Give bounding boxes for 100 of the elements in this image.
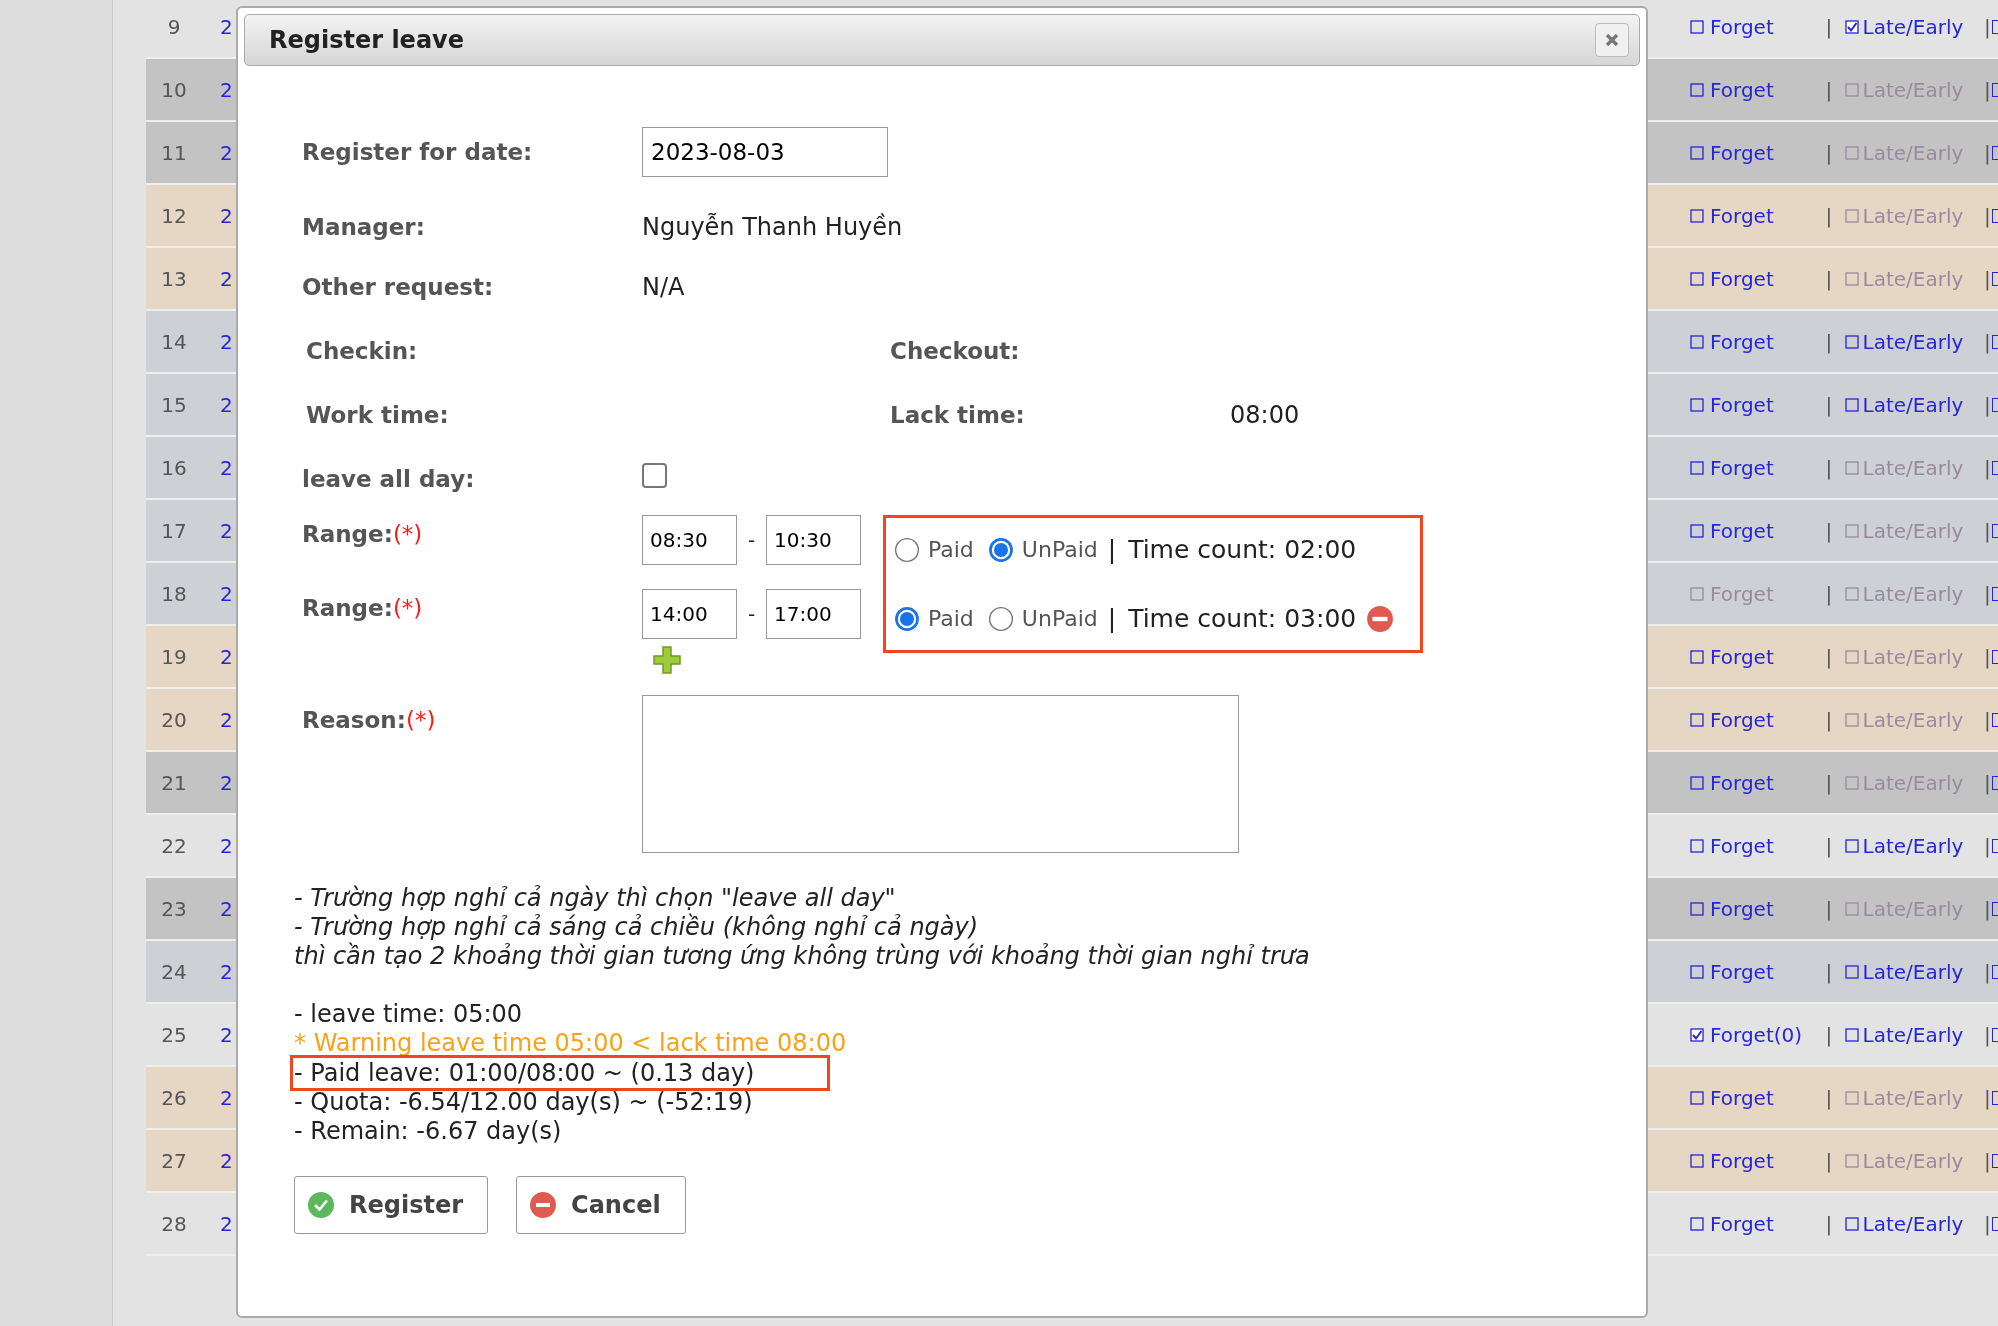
date-link[interactable]: 2 — [220, 389, 233, 420]
row-number: 9 — [166, 13, 182, 41]
checkbox[interactable] — [1690, 838, 1704, 853]
checkbox[interactable] — [1844, 19, 1859, 34]
date-link[interactable]: 2 — [220, 74, 233, 105]
separator: | — [1825, 202, 1834, 230]
time-field[interactable]: 08:30 — [642, 515, 737, 565]
date-link[interactable]: 2 — [220, 956, 233, 987]
warning-text: * Warning leave time 05:00 < lack time 08:00 — [294, 1029, 847, 1058]
late-early-link[interactable]: Late/Early — [1862, 11, 1964, 42]
checkbox[interactable] — [1690, 1090, 1704, 1105]
forget-link[interactable]: Forget — [1710, 893, 1774, 924]
forget-link[interactable]: Forget(0) — [1710, 1019, 1803, 1050]
date-link[interactable]: 2 — [220, 137, 233, 168]
time-field[interactable]: 10:30 — [766, 515, 861, 565]
date-link[interactable]: 2 — [220, 1082, 233, 1113]
forget-link[interactable]: Forget — [1710, 137, 1774, 168]
forget-link[interactable]: Forget — [1710, 1145, 1774, 1176]
separator: | — [1984, 1147, 1992, 1175]
range-dash: - — [746, 601, 757, 628]
checkbox[interactable] — [1690, 82, 1704, 97]
checkbox-icon — [1992, 586, 1998, 601]
checkbox[interactable] — [1690, 208, 1704, 223]
forget-link[interactable]: Forget — [1710, 1208, 1774, 1239]
radio-label: UnPaid — [1021, 536, 1098, 564]
checkbox[interactable] — [1690, 901, 1704, 916]
late-early-link[interactable]: Late/Early — [1862, 1019, 1964, 1050]
forget-link[interactable]: Forget — [1710, 830, 1774, 861]
field-label: Lack time: — [890, 400, 1026, 430]
forget-link[interactable]: Forget — [1710, 200, 1774, 231]
forget-link[interactable]: Forget — [1710, 956, 1774, 987]
checkbox[interactable] — [1690, 334, 1704, 349]
checkbox[interactable] — [1844, 1216, 1859, 1231]
late-early-link[interactable]: Late/Early — [1862, 1208, 1964, 1239]
date-link[interactable]: 2 — [220, 1019, 233, 1050]
late-early-link[interactable]: Late/Early — [1862, 830, 1964, 861]
forget-link[interactable]: Forget — [1710, 326, 1774, 357]
checkbox[interactable] — [1690, 1153, 1704, 1168]
separator: | — [1825, 769, 1834, 797]
checkbox[interactable] — [1690, 523, 1704, 538]
date-link[interactable]: 2 — [220, 704, 233, 735]
date-field[interactable]: 2023-08-03 — [642, 127, 888, 177]
register-button[interactable]: Register — [294, 1176, 489, 1234]
separator: | — [1825, 13, 1834, 41]
checkbox[interactable] — [1844, 1027, 1859, 1042]
forget-link[interactable]: Forget — [1710, 263, 1774, 294]
checkbox[interactable] — [1690, 964, 1704, 979]
reason-field[interactable] — [642, 695, 1239, 853]
date-link[interactable]: 2 — [220, 200, 233, 231]
forget-link[interactable]: Forget — [1710, 515, 1774, 546]
checkbox[interactable] — [1844, 838, 1859, 853]
checkbox[interactable] — [1690, 712, 1704, 727]
date-link[interactable]: 2 — [220, 11, 233, 42]
radio-button[interactable] — [894, 536, 920, 563]
time-field[interactable]: 14:00 — [642, 589, 737, 639]
checkbox[interactable] — [1690, 649, 1704, 664]
checkbox[interactable] — [1844, 964, 1859, 979]
checkbox[interactable] — [1690, 1027, 1704, 1042]
radio-button[interactable] — [894, 605, 920, 632]
plus-icon[interactable] — [652, 645, 682, 675]
forget-link[interactable]: Forget — [1710, 704, 1774, 735]
date-link[interactable]: 2 — [220, 326, 233, 357]
checkbox[interactable] — [1690, 19, 1704, 34]
remove-icon[interactable] — [1366, 604, 1395, 633]
forget-link[interactable]: Forget — [1710, 1082, 1774, 1113]
date-link[interactable]: 2 — [220, 641, 233, 672]
radio-button[interactable] — [987, 605, 1014, 632]
checkbox[interactable] — [1690, 271, 1704, 286]
checkbox[interactable] — [1844, 397, 1859, 412]
close-button[interactable] — [1595, 23, 1629, 57]
checkbox[interactable] — [642, 462, 667, 488]
date-link[interactable]: 2 — [220, 1208, 233, 1239]
forget-link[interactable]: Forget — [1710, 767, 1774, 798]
date-link[interactable]: 2 — [220, 578, 233, 609]
forget-link[interactable]: Forget — [1710, 452, 1774, 483]
time-field[interactable]: 17:00 — [766, 589, 861, 639]
forget-link[interactable]: Forget — [1710, 389, 1774, 420]
late-early-link[interactable]: Late/Early — [1862, 326, 1964, 357]
checkbox[interactable] — [1690, 397, 1704, 412]
row-number: 11 — [160, 139, 188, 167]
forget-link[interactable]: Forget — [1710, 11, 1774, 42]
date-link[interactable]: 2 — [220, 515, 233, 546]
checkbox[interactable] — [1690, 460, 1704, 475]
forget-link[interactable]: Forget — [1710, 74, 1774, 105]
checkbox[interactable] — [1690, 1216, 1704, 1231]
radio-button[interactable] — [987, 536, 1014, 563]
date-link[interactable]: 2 — [220, 1145, 233, 1176]
date-link[interactable]: 2 — [220, 830, 233, 861]
late-early-link[interactable]: Late/Early — [1862, 389, 1964, 420]
date-link[interactable]: 2 — [220, 767, 233, 798]
cancel-button[interactable]: Cancel — [516, 1176, 686, 1234]
paid-leave-summary: - Paid leave: 01:00/08:00 ~ (0.13 day) — [290, 1055, 830, 1091]
checkbox[interactable] — [1690, 775, 1704, 790]
checkbox[interactable] — [1690, 145, 1704, 160]
late-early-link[interactable]: Late/Early — [1862, 956, 1964, 987]
date-link[interactable]: 2 — [220, 263, 233, 294]
date-link[interactable]: 2 — [220, 452, 233, 483]
checkbox[interactable] — [1844, 334, 1859, 349]
forget-link[interactable]: Forget — [1710, 641, 1774, 672]
date-link[interactable]: 2 — [220, 893, 233, 924]
